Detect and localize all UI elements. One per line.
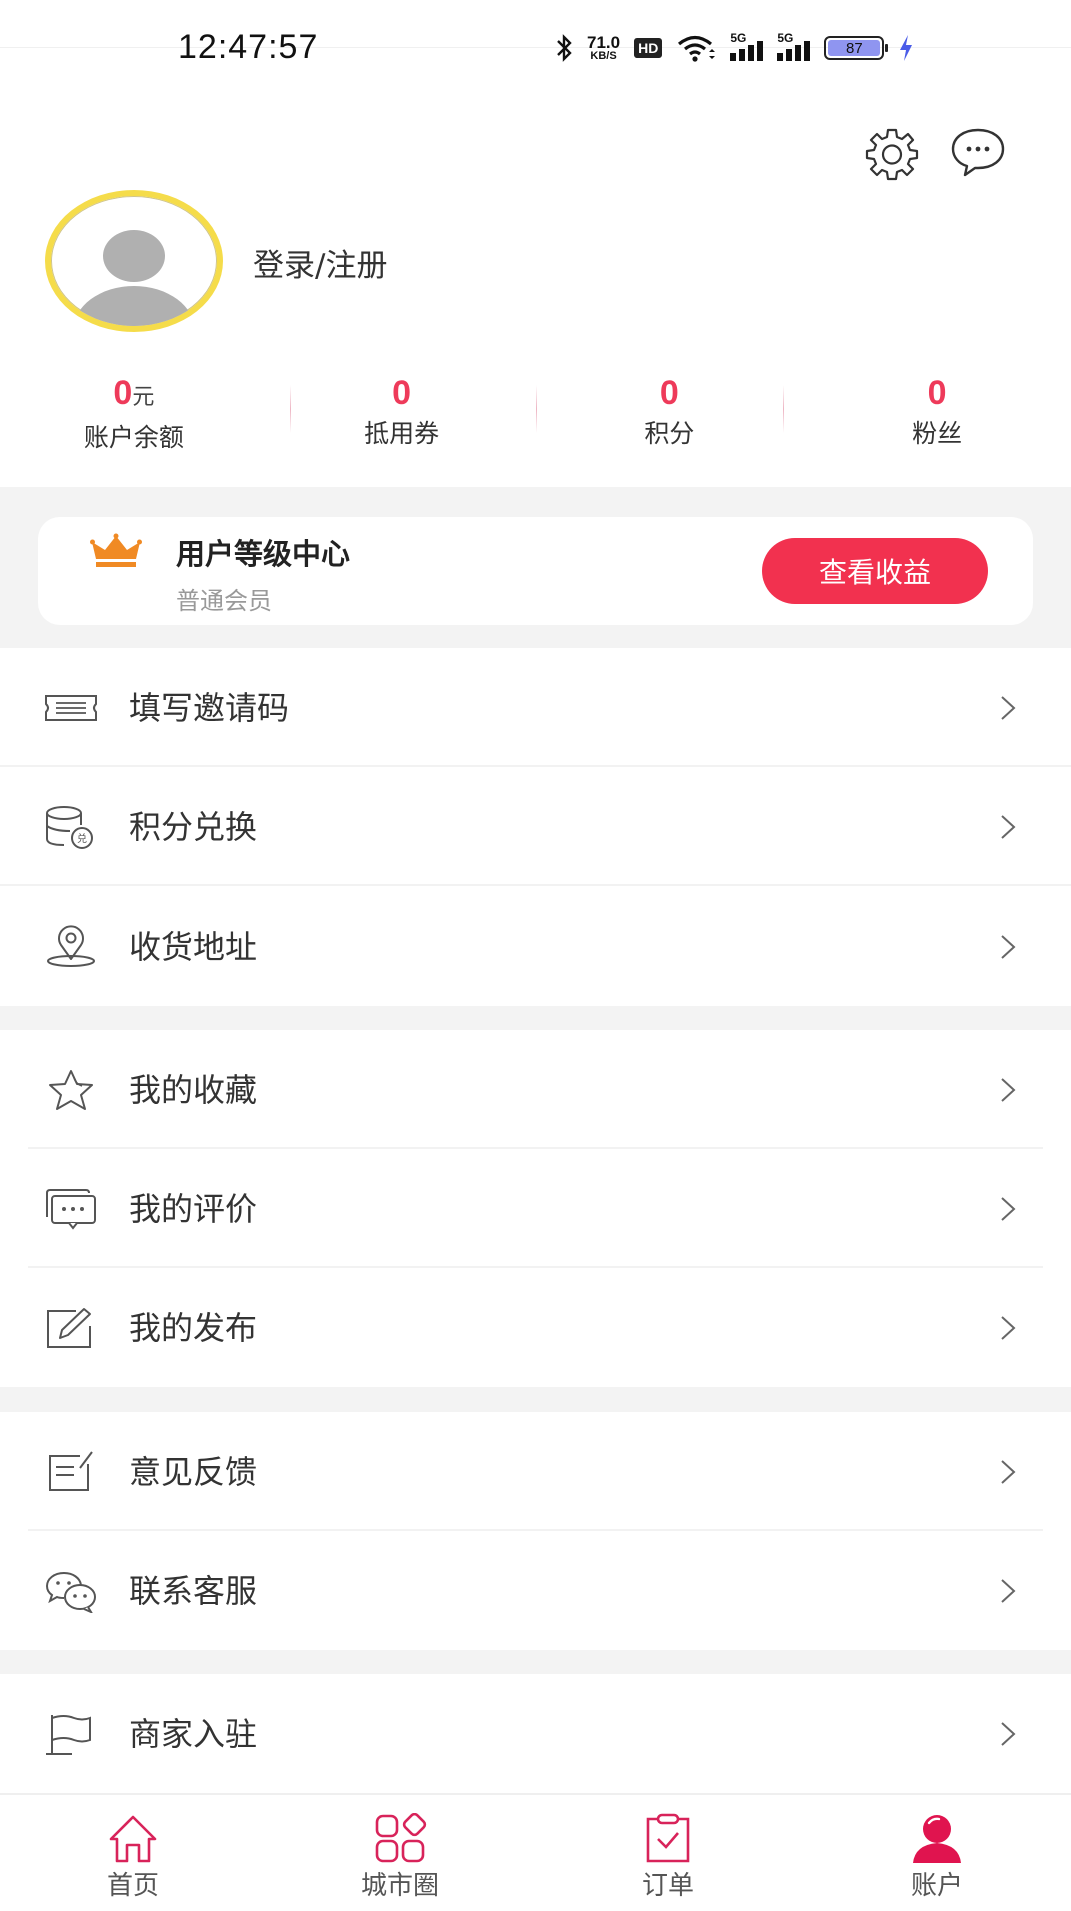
stat-points[interactable]: 0 积分: [535, 372, 804, 452]
chevron-right-icon: [1001, 1078, 1016, 1102]
menu-item-label: 我的评价: [129, 1190, 258, 1228]
menu-item-label: 意见反馈: [129, 1453, 258, 1491]
menu-item-feedback[interactable]: 意见反馈: [0, 1412, 1071, 1531]
chat-bubble-icon[interactable]: [948, 124, 1008, 180]
chevron-right-icon: [1001, 935, 1016, 959]
menu-item-invite-code[interactable]: 填写邀请码: [0, 648, 1071, 767]
level-title: 用户等级中心: [176, 537, 351, 571]
row-divider: [0, 884, 1071, 886]
status-bar: 12:47:57 71.0 KB/S HD 5G 5G 87: [0, 0, 1071, 96]
section-gap: [0, 1006, 1071, 1030]
crown-icon: [90, 533, 142, 567]
menu-item-label: 联系客服: [129, 1572, 258, 1610]
menu-item-points-exchange[interactable]: 兑 积分兑换: [0, 767, 1071, 886]
feedback-icon: [49, 1451, 93, 1491]
menu-item-label: 积分兑换: [129, 808, 258, 846]
bluetooth-icon: [557, 34, 572, 62]
stat-value: 0: [113, 374, 133, 412]
wechat-icon: [45, 1572, 96, 1613]
bottom-nav: 首页 城市圈 订单 账户: [0, 1793, 1071, 1911]
stat-label: 账户余额: [83, 423, 184, 452]
chevron-right-icon: [1001, 815, 1016, 839]
stat-value: 0: [392, 374, 412, 412]
avatar[interactable]: [45, 190, 223, 332]
comment-icon: [46, 1189, 96, 1230]
nav-label: 账户: [910, 1871, 963, 1901]
section-gap: [0, 1650, 1071, 1674]
stat-label: 粉丝: [912, 419, 963, 448]
user-level-card[interactable]: 用户等级中心 普通会员 查看收益: [38, 517, 1033, 625]
menu-item-label: 我的收藏: [129, 1071, 258, 1109]
star-icon: [49, 1070, 93, 1110]
status-icons: 71.0 KB/S HD 5G 5G 87: [555, 28, 914, 68]
stat-fans[interactable]: 0 粉丝: [783, 372, 1071, 452]
wifi-icon: [678, 35, 716, 62]
order-icon: [646, 1813, 690, 1863]
signal-1-label: 5G: [730, 31, 747, 45]
network-speed-value: 71.0: [587, 33, 621, 52]
stat-label: 抵用券: [364, 419, 440, 448]
menu-item-reviews[interactable]: 我的评价: [0, 1149, 1071, 1268]
chevron-right-icon: [1001, 1579, 1016, 1603]
stat-value: 0: [927, 374, 947, 412]
battery-level: 87: [828, 40, 881, 57]
menu-item-label: 商家入驻: [129, 1715, 258, 1753]
stat-unit: 元: [132, 384, 155, 409]
stat-value: 0: [659, 374, 679, 412]
nav-tab-home[interactable]: 首页: [33, 1795, 233, 1911]
edit-icon: [47, 1308, 91, 1348]
menu-item-label: 填写邀请码: [129, 689, 290, 727]
menu-item-my-posts[interactable]: 我的发布: [0, 1268, 1071, 1387]
stats-row: 0元 账户余额 0 抵用券 0 积分 0 粉丝: [0, 372, 1071, 452]
network-speed: 71.0 KB/S: [587, 34, 620, 62]
nav-tab-account[interactable]: 账户: [837, 1795, 1037, 1911]
stat-coupons[interactable]: 0 抵用券: [268, 372, 536, 452]
chevron-right-icon: [1001, 1197, 1016, 1221]
chevron-right-icon: [1001, 696, 1016, 720]
stat-divider: [783, 385, 785, 433]
chevron-right-icon: [1001, 1460, 1016, 1484]
menu-item-favorites[interactable]: 我的收藏: [0, 1030, 1071, 1149]
nav-label: 订单: [641, 1871, 694, 1901]
nav-tab-city-circle[interactable]: 城市圈: [300, 1795, 500, 1911]
menu-item-label: 我的发布: [129, 1309, 258, 1347]
nav-label: 城市圈: [360, 1871, 439, 1901]
home-icon: [109, 1815, 157, 1863]
avatar-body: [73, 286, 195, 326]
location-icon: [47, 925, 95, 967]
status-time: 12:47:57: [178, 28, 319, 66]
chevron-right-icon: [1001, 1722, 1016, 1746]
stat-divider: [535, 385, 537, 433]
flag-icon: [46, 1715, 91, 1755]
signal-2-label: 5G: [777, 31, 794, 45]
chevron-right-icon: [1001, 1316, 1016, 1340]
avatar-head: [103, 230, 165, 282]
gear-icon[interactable]: [862, 124, 922, 184]
charging-icon: [900, 35, 913, 61]
stat-label: 积分: [644, 419, 695, 448]
svg-text:兑: 兑: [77, 832, 87, 845]
menu-item-customer-service[interactable]: 联系客服: [0, 1531, 1071, 1650]
nav-label: 首页: [106, 1871, 159, 1901]
signal-icon-2: 5G: [777, 31, 811, 61]
section-gap: [0, 1387, 1071, 1412]
stat-divider: [289, 385, 291, 433]
view-earnings-button[interactable]: 查看收益: [762, 538, 988, 604]
nav-tab-orders[interactable]: 订单: [568, 1795, 768, 1911]
account-icon: [913, 1815, 961, 1863]
battery-icon: 87: [824, 36, 889, 60]
menu-item-label: 收货地址: [129, 928, 258, 966]
points-exchange-icon: 兑: [46, 806, 93, 849]
stat-account-balance[interactable]: 0元 账户余额: [0, 372, 268, 452]
login-register-link[interactable]: 登录/注册: [253, 240, 387, 285]
city-circle-icon: [375, 1813, 427, 1863]
level-subtitle: 普通会员: [176, 587, 272, 615]
menu-item-shipping-address[interactable]: 收货地址: [0, 887, 1071, 1006]
menu-item-merchant-join[interactable]: 商家入驻: [0, 1674, 1071, 1793]
network-speed-unit: KB/S: [590, 50, 617, 62]
ticket-icon: [45, 695, 97, 721]
hd-badge: HD: [634, 38, 663, 58]
signal-icon-1: 5G: [730, 31, 764, 61]
